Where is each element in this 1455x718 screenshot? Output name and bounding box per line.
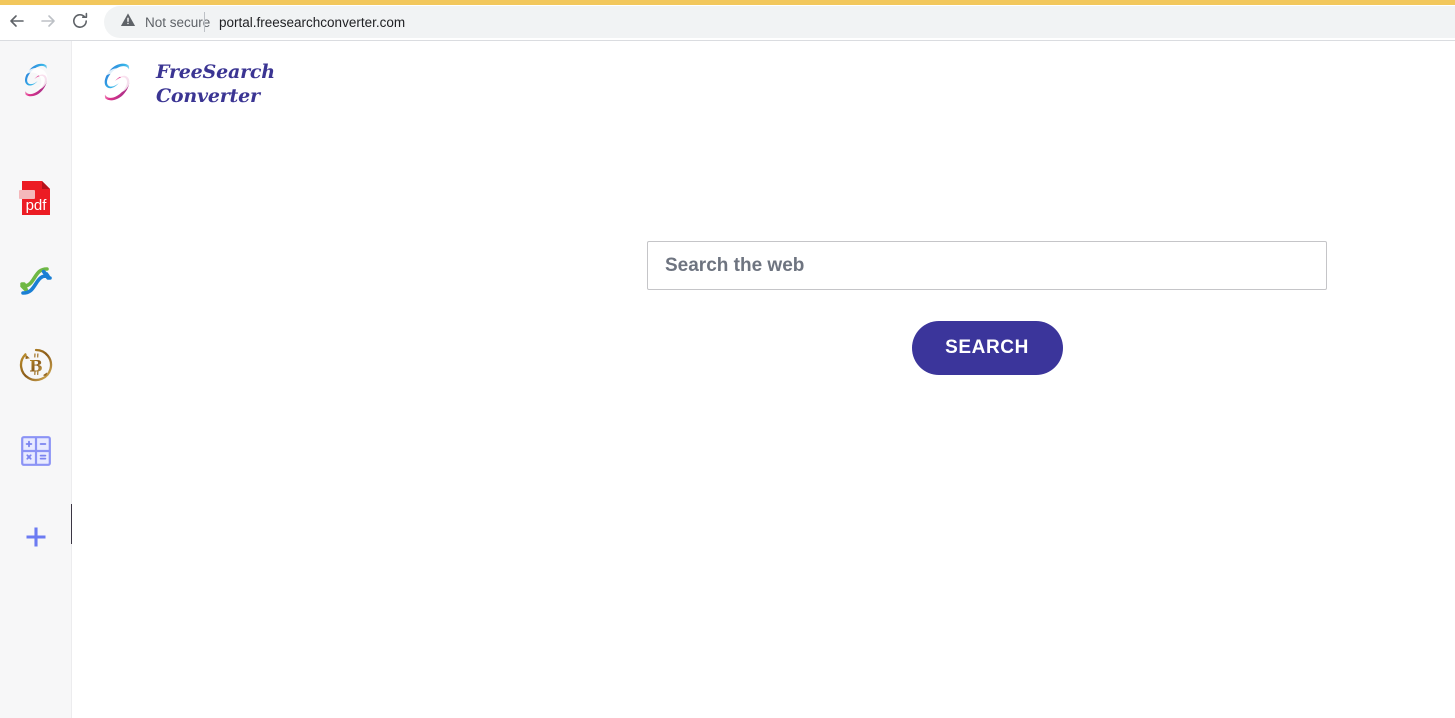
search-input[interactable] bbox=[647, 241, 1327, 290]
reload-button[interactable] bbox=[65, 6, 95, 36]
brand-header[interactable]: FreeSearch Converter bbox=[90, 55, 275, 114]
reload-icon bbox=[70, 11, 90, 31]
brand-wordmark: FreeSearch Converter bbox=[156, 61, 275, 107]
app-sidebar: pdf B bbox=[0, 41, 98, 718]
browser-chrome: Not secure portal.freesearchconverter.co… bbox=[0, 0, 1455, 41]
arrow-left-icon bbox=[7, 11, 27, 31]
convert-arrows-icon bbox=[17, 262, 55, 305]
page-body: pdf B FreeSearch Converter Search the we… bbox=[0, 41, 1455, 718]
search-area: SEARCH bbox=[647, 241, 1327, 375]
freesearch-swirl-icon bbox=[90, 55, 144, 114]
not-secure-label: Not secure bbox=[145, 14, 211, 30]
brand-line-1: FreeSearch bbox=[156, 61, 275, 84]
top-accent-bar bbox=[0, 0, 1455, 5]
search-button[interactable]: SEARCH bbox=[911, 321, 1063, 375]
bitcoin-icon: B bbox=[17, 346, 55, 389]
sidebar-item-add[interactable] bbox=[0, 511, 71, 567]
arrow-right-icon bbox=[38, 11, 58, 31]
sidebar-item-bitcoin[interactable]: B bbox=[0, 339, 71, 395]
calculator-icon bbox=[20, 435, 51, 471]
sidebar-item-home[interactable] bbox=[0, 54, 71, 110]
sidebar-item-converter[interactable] bbox=[0, 255, 71, 311]
warning-triangle-icon bbox=[120, 12, 136, 33]
forward-button[interactable] bbox=[33, 6, 63, 36]
svg-text:pdf: pdf bbox=[25, 197, 47, 214]
main-content: FreeSearch Converter SEARCH bbox=[72, 41, 1455, 718]
omnibox-separator bbox=[204, 12, 205, 32]
svg-text:B: B bbox=[29, 356, 43, 375]
back-button[interactable] bbox=[2, 6, 32, 36]
plus-icon bbox=[23, 524, 49, 555]
brand-line-2: Converter bbox=[156, 84, 260, 107]
freesearch-swirl-icon bbox=[12, 56, 60, 109]
pdf-file-icon: pdf bbox=[18, 178, 54, 223]
url-text[interactable]: portal.freesearchconverter.com bbox=[219, 6, 405, 38]
sidebar-item-pdf[interactable]: pdf bbox=[0, 172, 71, 228]
sidebar-item-calculator[interactable] bbox=[0, 425, 71, 481]
